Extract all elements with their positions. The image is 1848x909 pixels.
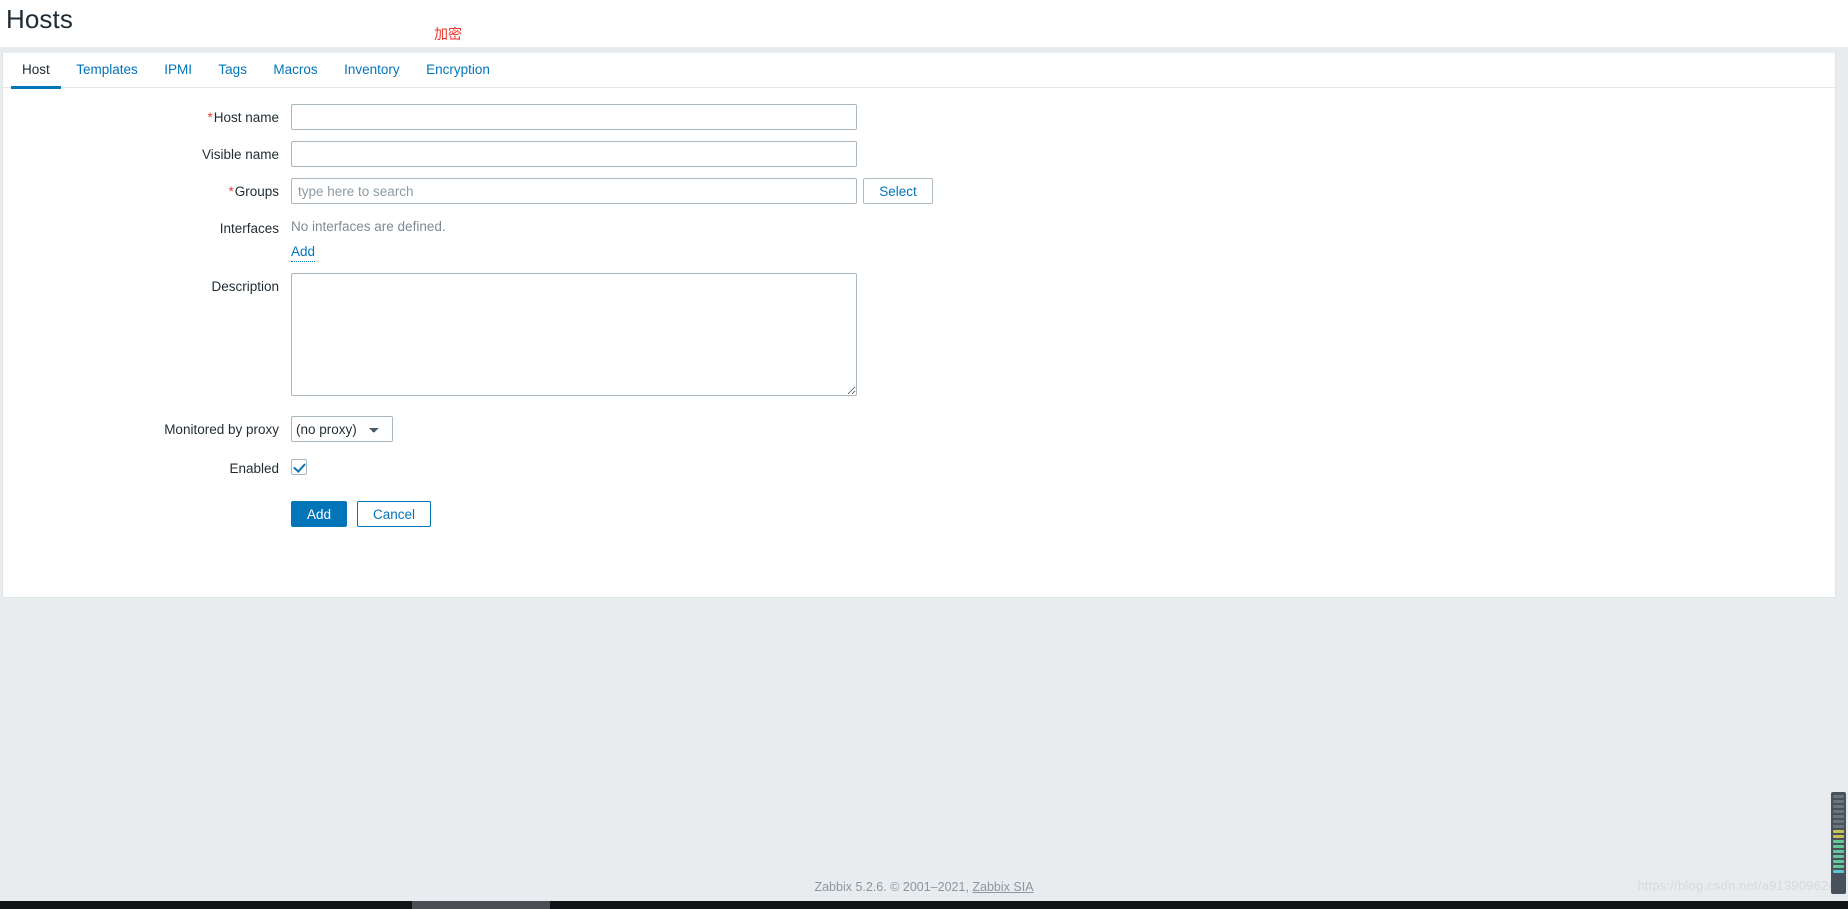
page-title: Hosts (6, 4, 73, 34)
taskbar-window-chip[interactable] (412, 901, 550, 909)
visible-name-input[interactable] (291, 141, 857, 167)
groups-field-wrap: Select (291, 178, 933, 204)
groups-select-button[interactable]: Select (863, 178, 933, 204)
host-name-label: *Host name (3, 104, 291, 130)
zabbix-sia-link[interactable]: Zabbix SIA (972, 880, 1033, 894)
add-button[interactable]: Add (291, 501, 348, 527)
interfaces-empty-text: No interfaces are defined. (291, 219, 446, 234)
zabbix-host-configuration-page: Hosts 加密 Host Templates IPMI Tags Macros… (0, 0, 1848, 909)
meter-bar (1833, 865, 1844, 868)
host-tab-bar: Host Templates IPMI Tags Macros Inventor… (3, 53, 1835, 89)
interfaces-field-wrap: No interfaces are defined. Add (291, 215, 446, 262)
meter-bar (1833, 860, 1844, 863)
meter-bar (1833, 800, 1844, 803)
form-row-description: Description (3, 273, 1835, 396)
visible-name-label: Visible name (201, 147, 279, 162)
groups-input[interactable] (291, 178, 857, 204)
required-marker: * (228, 184, 234, 199)
enabled-field-wrap (291, 455, 307, 475)
form-row-host-name: *Host name (3, 104, 1835, 130)
actions-field-wrap: Add Cancel (291, 501, 432, 527)
form-row-groups: *Groups Select (3, 178, 1835, 204)
page-footer: Zabbix 5.2.6. © 2001–2021, Zabbix SIA (0, 880, 1848, 894)
meter-bar (1833, 835, 1844, 838)
meter-bar (1833, 870, 1844, 873)
description-label: Description (211, 279, 279, 294)
tab-ipmi[interactable]: IPMI (153, 53, 203, 88)
tab-templates[interactable]: Templates (65, 53, 149, 88)
tab-inventory[interactable]: Inventory (333, 53, 411, 88)
checkmark-icon[interactable] (291, 459, 307, 475)
groups-label: *Groups (3, 178, 291, 204)
tab-tags[interactable]: Tags (207, 53, 258, 88)
required-marker: * (207, 110, 213, 125)
form-row-actions: Add Cancel (3, 501, 1835, 527)
meter-bar (1833, 855, 1844, 858)
host-name-input[interactable] (291, 104, 857, 130)
groups-label-text: Groups (234, 184, 279, 199)
meter-bar (1833, 850, 1844, 853)
monitored-by-proxy-select[interactable]: (no proxy) (291, 416, 393, 442)
monitored-by-proxy-label: Monitored by proxy (164, 422, 279, 437)
interfaces-add-link[interactable]: Add (291, 243, 316, 262)
enabled-checkbox-wrap[interactable] (291, 459, 307, 475)
meter-bar (1833, 795, 1844, 798)
description-field-wrap (291, 273, 857, 396)
enabled-label: Enabled (229, 461, 279, 476)
visible-name-field-wrap (291, 141, 857, 167)
meter-bar (1833, 810, 1844, 813)
form-row-visible-name: Visible name (3, 141, 1835, 167)
form-row-monitored-by-proxy: Monitored by proxy (no proxy) (3, 416, 1835, 442)
meter-bar (1833, 840, 1844, 843)
form-row-enabled: Enabled (3, 455, 1835, 481)
meter-bar (1833, 830, 1844, 833)
watermark-text: https://blog.csdn.net/a913909626 (1637, 878, 1836, 893)
host-form-card: Host Templates IPMI Tags Macros Inventor… (2, 53, 1836, 598)
footer-copyright-text: Zabbix 5.2.6. © 2001–2021, (814, 880, 973, 894)
cancel-button[interactable]: Cancel (357, 501, 432, 527)
meter-bar (1833, 815, 1844, 818)
meter-bar (1833, 825, 1844, 828)
tab-macros[interactable]: Macros (262, 53, 328, 88)
tab-encryption[interactable]: Encryption (415, 53, 501, 88)
meter-bar (1833, 820, 1844, 823)
desktop-meter-gadget (1831, 792, 1846, 894)
host-name-field-wrap (291, 104, 857, 130)
os-taskbar (0, 901, 1848, 909)
host-name-label-text: Host name (213, 110, 279, 125)
description-textarea[interactable] (291, 273, 857, 396)
meter-bar (1833, 845, 1844, 848)
actions-spacer (3, 501, 291, 503)
interfaces-label: Interfaces (219, 221, 279, 236)
meter-bar (1833, 805, 1844, 808)
page-header: Hosts 加密 (0, 0, 1848, 47)
annotation-label: 加密 (434, 27, 462, 43)
tab-host[interactable]: Host (11, 53, 61, 89)
form-row-interfaces: Interfaces No interfaces are defined. Ad… (3, 215, 1835, 262)
host-form: *Host name Visible name *Groups type her… (3, 88, 1835, 527)
monitored-by-proxy-field-wrap: (no proxy) (291, 416, 393, 442)
